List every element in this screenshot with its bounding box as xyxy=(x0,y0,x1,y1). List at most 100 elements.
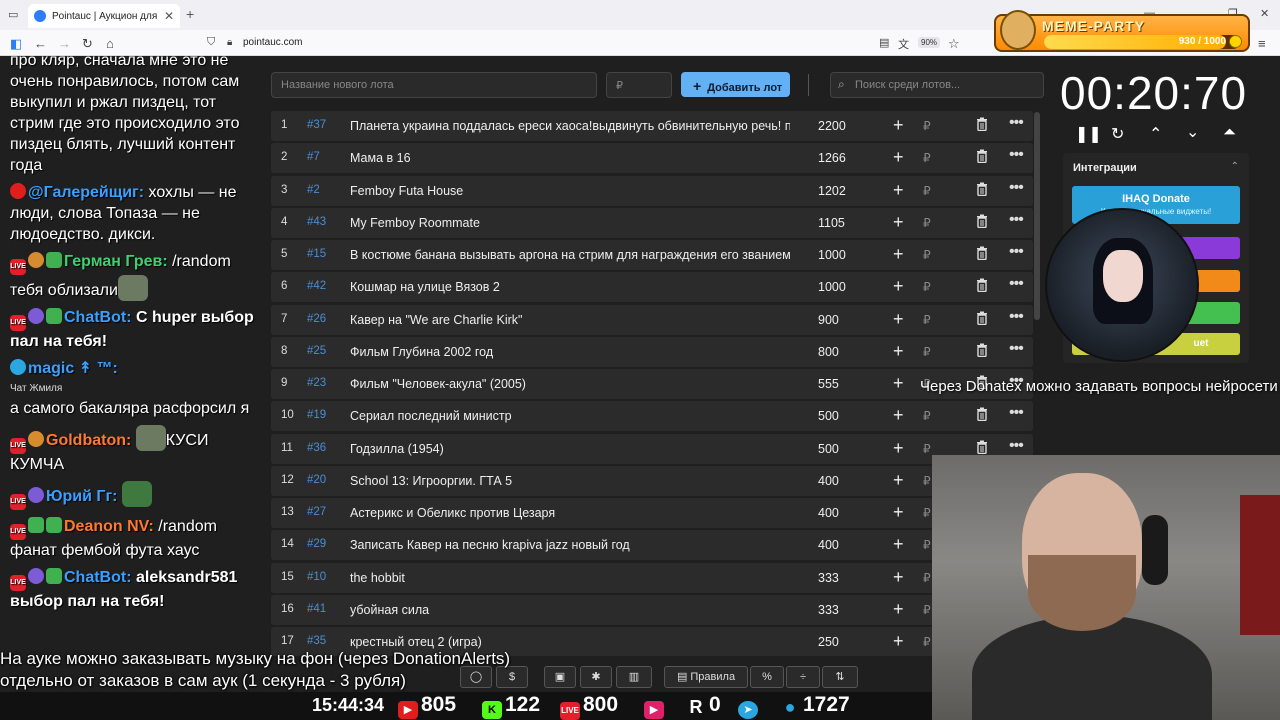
more-options-icon[interactable]: ••• xyxy=(1009,340,1024,358)
currency-input[interactable]: ₽ xyxy=(923,313,931,327)
trash-icon[interactable] xyxy=(976,149,988,164)
lot-row[interactable]: 14 #29 Записать Кавер на песню krapiva jaz… xyxy=(271,530,1033,561)
lot-amount[interactable]: 400 xyxy=(818,538,839,552)
lot-name[interactable]: В костюме банана вызывать аргона на стри… xyxy=(350,248,790,262)
add-amount-icon[interactable]: + xyxy=(893,276,904,297)
chevron-down-icon[interactable]: ⌄ xyxy=(1186,122,1199,142)
dollar-icon[interactable]: $ xyxy=(496,666,528,688)
menu-icon[interactable]: ≡ xyxy=(1258,36,1266,51)
split-icon[interactable]: ÷ xyxy=(786,666,820,688)
lot-row[interactable]: 10 #19 Сериал последний министр 500 + ₽ ••• xyxy=(271,401,1033,432)
sort-icon[interactable]: ⇅ xyxy=(822,666,858,688)
home-icon[interactable]: ⌂ xyxy=(106,36,114,51)
lot-row[interactable]: 8 #25 Фильм Глубина 2002 год 800 + ₽ ••• xyxy=(271,336,1033,367)
lot-amount[interactable]: 1266 xyxy=(818,151,846,165)
more-options-icon[interactable]: ••• xyxy=(1009,243,1024,261)
add-amount-icon[interactable]: + xyxy=(893,599,904,620)
reset-timer-icon[interactable]: ↻ xyxy=(1111,124,1124,144)
more-options-icon[interactable]: ••• xyxy=(1009,114,1024,132)
lot-name[interactable]: убойная сила xyxy=(350,603,790,617)
lot-list-scrollbar[interactable] xyxy=(1034,112,1040,320)
reader-view-icon[interactable]: ▤ xyxy=(879,36,889,49)
lot-amount[interactable]: 400 xyxy=(818,474,839,488)
address-bar[interactable]: pointauc.com xyxy=(243,37,302,48)
reload-icon[interactable]: ↻ xyxy=(82,36,93,52)
save-icon[interactable]: ▣ xyxy=(544,666,576,688)
lot-amount[interactable]: 900 xyxy=(818,313,839,327)
currency-input[interactable]: ₽ xyxy=(923,635,931,649)
lot-amount[interactable]: 2200 xyxy=(818,119,846,133)
window-close-icon[interactable]: ✕ xyxy=(1260,7,1269,20)
trash-icon[interactable] xyxy=(976,343,988,357)
lot-amount[interactable]: 333 xyxy=(818,571,839,585)
trash-icon[interactable] xyxy=(976,117,988,131)
lot-name[interactable]: Мама в 16 xyxy=(350,151,790,165)
currency-input[interactable]: ₽ xyxy=(923,345,931,359)
lot-amount[interactable]: 500 xyxy=(818,409,839,423)
trash-list-icon[interactable]: ▥ xyxy=(616,666,652,688)
percent-button[interactable]: % xyxy=(750,666,784,688)
lot-name[interactable]: Годзилла (1954) xyxy=(350,442,790,456)
currency-input[interactable]: ₽ xyxy=(923,151,931,165)
more-options-icon[interactable]: ••• xyxy=(1009,404,1024,422)
trash-icon[interactable] xyxy=(976,440,988,454)
lot-name[interactable]: Записать Кавер на песню krapiva jazz нов… xyxy=(350,538,790,552)
new-tab-icon[interactable]: + xyxy=(186,6,194,22)
lot-name[interactable]: Астерикс и Обеликс против Цезаря xyxy=(350,506,790,520)
pause-icon[interactable]: ❚❚ xyxy=(1075,124,1102,144)
lot-name[interactable]: Сериал последний министр xyxy=(350,409,790,423)
trash-icon[interactable] xyxy=(976,407,988,422)
lot-name[interactable]: Кошмар на улице Вязов 2 xyxy=(350,280,790,294)
more-options-icon[interactable]: ••• xyxy=(1009,437,1024,455)
lot-cost-input[interactable]: ₽ xyxy=(606,72,672,98)
double-chevron-up-icon[interactable]: ⏶ xyxy=(1223,124,1236,142)
lot-row[interactable]: 11 #36 Годзилла (1954) 500 + ₽ ••• xyxy=(271,433,1033,464)
lot-name[interactable]: Кавер на "We are Charlie Kirk" xyxy=(350,313,790,327)
currency-input[interactable]: ₽ xyxy=(923,538,931,552)
add-amount-icon[interactable]: + xyxy=(893,115,904,136)
add-amount-icon[interactable]: + xyxy=(893,373,904,394)
lot-row[interactable]: 16#41убойная сила333+₽••• xyxy=(271,594,1033,625)
lot-row[interactable]: 12#20School 13: Игрооргии. ГТА 5400+₽••• xyxy=(271,465,1033,496)
lot-amount[interactable]: 1202 xyxy=(818,184,846,198)
add-amount-icon[interactable]: + xyxy=(893,470,904,491)
site-info-icon[interactable]: ⛉ xyxy=(207,36,215,49)
add-lot-button[interactable]: + Добавить лот xyxy=(681,72,790,97)
back-icon[interactable]: ← xyxy=(34,36,47,51)
lot-row[interactable]: 1 #37 Планета украина поддалась ереси хаос… xyxy=(271,111,1033,141)
add-amount-icon[interactable]: + xyxy=(893,341,904,362)
trash-icon[interactable] xyxy=(976,278,988,293)
add-amount-icon[interactable]: + xyxy=(893,502,904,523)
lot-amount[interactable]: 250 xyxy=(818,635,839,649)
sidebar-icon[interactable]: ◧ xyxy=(10,36,22,52)
add-amount-icon[interactable]: + xyxy=(893,438,904,459)
currency-input[interactable]: ₽ xyxy=(923,216,931,230)
more-options-icon[interactable]: ••• xyxy=(1009,308,1024,326)
lot-row[interactable]: 4 #43 My Femboy Roommate 1105 + ₽ ••• xyxy=(271,207,1033,238)
more-options-icon[interactable]: ••• xyxy=(1009,211,1024,229)
zoom-level[interactable]: 90% xyxy=(918,37,941,48)
lot-name-input[interactable]: Название нового лота xyxy=(271,72,597,98)
tab-list-icon[interactable]: ▭ xyxy=(8,8,18,21)
add-amount-icon[interactable]: + xyxy=(893,567,904,588)
lot-amount[interactable]: 1000 xyxy=(818,248,846,262)
lot-row[interactable]: 7 #26 Кавер на "We are Charlie Kirk" 900 + ₽ •… xyxy=(271,304,1033,335)
trash-icon[interactable] xyxy=(976,246,988,260)
github-icon[interactable]: ◯ xyxy=(460,666,492,688)
add-amount-icon[interactable]: + xyxy=(893,405,904,426)
lot-amount[interactable]: 333 xyxy=(818,603,839,617)
lot-row[interactable]: 9 #23 Фильм "Человек-акула" (2005) 555 + ₽ ••• xyxy=(271,369,1033,399)
lot-amount[interactable]: 1000 xyxy=(818,280,846,294)
lot-amount[interactable]: 1105 xyxy=(818,216,845,230)
trash-icon[interactable] xyxy=(976,311,988,325)
currency-input[interactable]: ₽ xyxy=(923,474,931,488)
lot-name[interactable]: Планета украина поддалась ереси хаоса!вы… xyxy=(350,119,790,133)
close-tab-icon[interactable]: ✕ xyxy=(164,9,174,23)
add-amount-icon[interactable]: + xyxy=(893,631,904,652)
currency-input[interactable]: ₽ xyxy=(923,248,931,262)
add-amount-icon[interactable]: + xyxy=(893,244,904,265)
add-amount-icon[interactable]: + xyxy=(893,212,904,233)
translate-icon[interactable]: 文 xyxy=(898,36,909,52)
browser-tab[interactable]: Pointauc | Аукцион для стрима ✕ xyxy=(28,4,180,28)
lot-name[interactable]: Фильм Глубина 2002 год xyxy=(350,345,790,359)
